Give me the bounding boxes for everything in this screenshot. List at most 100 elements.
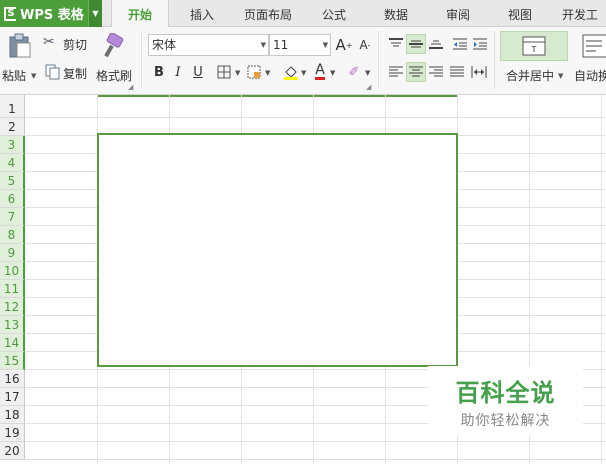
wrap-text-label: 自动换行 bbox=[574, 69, 606, 83]
app-menu-dropdown-icon[interactable]: ▼ bbox=[88, 0, 102, 27]
row-header[interactable]: 14 bbox=[0, 334, 25, 352]
row-header[interactable]: 9 bbox=[0, 244, 25, 262]
ribbon-home: 粘贴 ▼ ✂ 剪切 复制 格式刷 ◢ 宋体 ▼ 11 ▼ A + A - B I… bbox=[0, 27, 606, 95]
merge-cells-icon: T bbox=[522, 36, 546, 56]
borders-button[interactable] bbox=[214, 62, 234, 82]
tab-label: 公式 bbox=[321, 8, 346, 22]
format-painter-label: 格式刷 bbox=[96, 69, 133, 83]
format-painter-icon bbox=[104, 33, 124, 58]
align-center-icon bbox=[409, 66, 423, 77]
row-header[interactable]: 11 bbox=[0, 280, 25, 298]
shrink-font-icon: A bbox=[359, 38, 368, 52]
tab-insert[interactable]: 插入 bbox=[172, 0, 232, 27]
decrease-indent-button[interactable] bbox=[450, 34, 470, 54]
format-painter-button[interactable]: 格式刷 bbox=[94, 31, 136, 89]
italic-icon: I bbox=[175, 64, 181, 80]
align-right-button[interactable] bbox=[426, 62, 446, 82]
justify-button[interactable] bbox=[447, 62, 467, 82]
font-size-value: 11 bbox=[273, 38, 289, 52]
paint-bucket-icon bbox=[284, 66, 298, 80]
clear-format-dropdown-icon[interactable]: ▼ bbox=[365, 69, 370, 77]
row-header[interactable]: 15 bbox=[0, 352, 25, 370]
italic-button[interactable]: I bbox=[168, 62, 188, 82]
fill-pattern-dropdown-icon[interactable]: ▼ bbox=[265, 69, 270, 77]
cut-label: 剪切 bbox=[63, 38, 88, 52]
tab-home[interactable]: 开始 bbox=[111, 0, 169, 28]
clipboard-paste-icon bbox=[9, 33, 31, 58]
tab-review[interactable]: 审阅 bbox=[430, 0, 486, 27]
font-size-select[interactable]: 11 ▼ bbox=[269, 34, 331, 56]
row-header[interactable]: 2 bbox=[0, 118, 25, 136]
borders-dropdown-icon[interactable]: ▼ bbox=[235, 69, 240, 77]
grow-font-button[interactable]: A + bbox=[334, 35, 354, 55]
merge-center-button[interactable]: T 合并居中 ▼ bbox=[500, 31, 568, 89]
fill-color-button[interactable] bbox=[281, 62, 301, 82]
tab-formulas[interactable]: 公式 bbox=[306, 0, 362, 27]
row-gridline bbox=[25, 441, 606, 442]
wps-spreadsheet-window: S WPS 表格 ▼ 开始 插入 页面布局 公式 数据 审阅 视图 开发工具 粘… bbox=[0, 0, 606, 464]
font-dialog-launcher-icon[interactable]: ◢ bbox=[366, 83, 371, 91]
align-bottom-button[interactable] bbox=[426, 34, 446, 54]
align-left-button[interactable] bbox=[386, 62, 406, 82]
font-color-icon: A bbox=[315, 61, 325, 80]
distributed-align-icon bbox=[471, 66, 487, 78]
row-header[interactable]: 12 bbox=[0, 298, 25, 316]
paste-dropdown-icon[interactable]: ▼ bbox=[31, 72, 36, 80]
row-header[interactable]: 4 bbox=[0, 154, 25, 172]
fill-color-dropdown-icon[interactable]: ▼ bbox=[301, 69, 306, 77]
row-header[interactable]: 10 bbox=[0, 262, 25, 280]
row-header[interactable]: 16 bbox=[0, 370, 25, 388]
copy-button[interactable]: 复制 bbox=[43, 62, 91, 82]
selected-range[interactable] bbox=[97, 133, 458, 367]
tab-developer[interactable]: 开发工具 bbox=[554, 0, 606, 27]
row-header[interactable]: 7 bbox=[0, 208, 25, 226]
tab-label: 插入 bbox=[189, 8, 214, 22]
bold-button[interactable]: B bbox=[149, 62, 169, 82]
merge-center-label: 合并居中 bbox=[506, 69, 555, 83]
app-menu-button[interactable]: S WPS 表格 bbox=[0, 0, 88, 27]
row-header[interactable]: 19 bbox=[0, 424, 25, 442]
increase-indent-button[interactable] bbox=[470, 34, 490, 54]
font-color-dropdown-icon[interactable]: ▼ bbox=[330, 69, 335, 77]
row-header[interactable]: 3 bbox=[0, 136, 25, 154]
watermark-subtitle: 助你轻松解决 bbox=[460, 412, 551, 429]
row-header[interactable]: 8 bbox=[0, 226, 25, 244]
distributed-align-button[interactable] bbox=[469, 62, 489, 82]
paste-button[interactable]: 粘贴 ▼ bbox=[2, 31, 38, 89]
wps-logo-icon: S bbox=[4, 6, 16, 21]
tab-label: 开始 bbox=[127, 8, 152, 22]
row-header[interactable]: 5 bbox=[0, 172, 25, 190]
tab-data[interactable]: 数据 bbox=[368, 0, 424, 27]
row-header[interactable]: 17 bbox=[0, 388, 25, 406]
row-header[interactable]: 1 bbox=[0, 100, 25, 118]
row-header[interactable]: 20 bbox=[0, 442, 25, 460]
align-middle-icon bbox=[409, 40, 423, 48]
cut-button[interactable]: ✂ 剪切 bbox=[43, 33, 91, 53]
row-header[interactable]: 18 bbox=[0, 406, 25, 424]
copy-label: 复制 bbox=[63, 67, 88, 81]
shrink-font-button[interactable]: A- bbox=[355, 35, 375, 55]
fill-pattern-button[interactable] bbox=[244, 62, 264, 82]
font-color-button[interactable]: A bbox=[310, 61, 330, 81]
merge-center-dropdown-icon[interactable]: ▼ bbox=[558, 72, 563, 80]
ribbon-separator bbox=[378, 31, 379, 89]
align-center-button[interactable] bbox=[406, 62, 426, 82]
tab-label: 开发工具 bbox=[562, 8, 599, 22]
grow-font-icon: A bbox=[335, 36, 346, 54]
align-top-button[interactable] bbox=[386, 34, 406, 54]
clipboard-dialog-launcher-icon[interactable]: ◢ bbox=[128, 83, 133, 91]
cell-shading-icon bbox=[247, 65, 261, 79]
tab-page-layout[interactable]: 页面布局 bbox=[235, 0, 301, 27]
clear-format-button[interactable]: ✐ bbox=[344, 62, 364, 82]
tab-view[interactable]: 视图 bbox=[492, 0, 548, 27]
align-middle-button[interactable] bbox=[406, 34, 426, 54]
app-logo-label: WPS 表格 bbox=[20, 8, 84, 23]
wrap-text-button[interactable]: 自动换行 bbox=[572, 31, 606, 89]
align-bottom-icon bbox=[429, 40, 443, 49]
row-header[interactable]: 6 bbox=[0, 190, 25, 208]
underline-button[interactable]: U bbox=[188, 62, 208, 82]
borders-icon bbox=[217, 65, 231, 79]
row-gridline bbox=[25, 117, 606, 118]
font-name-select[interactable]: 宋体 ▼ bbox=[148, 34, 269, 56]
row-header[interactable]: 13 bbox=[0, 316, 25, 334]
